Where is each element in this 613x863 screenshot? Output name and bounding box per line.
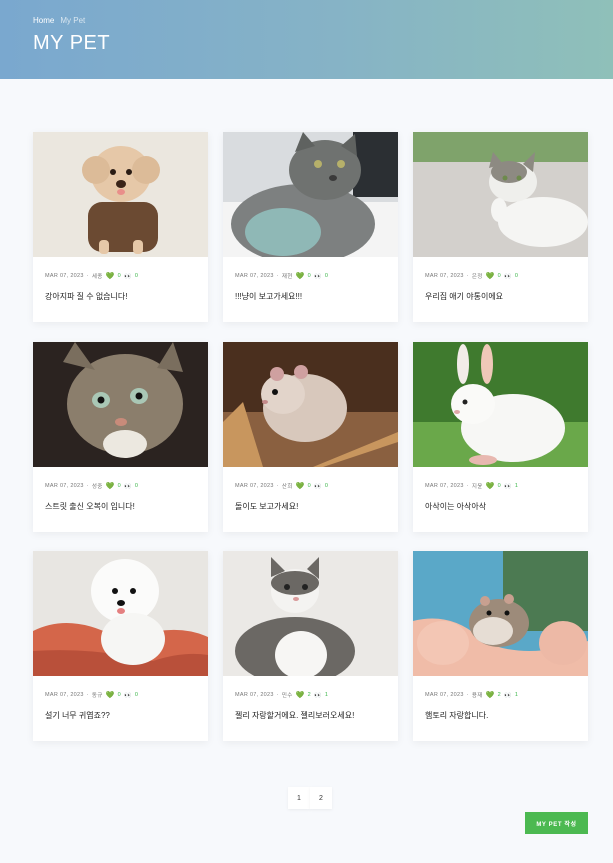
- eyes-icon: 👀: [504, 692, 512, 699]
- heart-icon: 💚: [105, 483, 115, 490]
- post-meta: MAR 07, 2023 · 은정 💚 0 👀 0: [425, 273, 519, 280]
- post-card[interactable]: MAR 07, 2023 · 재현 💚 0 👀 0 !!!냥이 보고가세요!!!: [223, 132, 398, 322]
- post-card[interactable]: MAR 07, 2023 · 동규 💚 0 👀 0 설기 너무 귀엽죠??: [33, 551, 208, 741]
- like-count: 0: [497, 483, 502, 489]
- post-meta: MAR 07, 2023 · 성중 💚 0 👀 0: [45, 483, 139, 490]
- view-count: 0: [514, 273, 519, 279]
- write-post-button[interactable]: MY PET 작성: [525, 812, 588, 834]
- post-date: MAR 07, 2023: [425, 483, 464, 489]
- post-image-poodle: [33, 132, 208, 257]
- breadcrumb: Home My Pet: [33, 16, 85, 25]
- post-date: MAR 07, 2023: [45, 692, 84, 698]
- view-count: 0: [134, 692, 139, 698]
- post-title[interactable]: !!!냥이 보고가세요!!!: [235, 291, 302, 302]
- post-title[interactable]: 우리집 애기 야통이에요: [425, 291, 503, 302]
- post-date: MAR 07, 2023: [235, 483, 274, 489]
- like-count: 0: [117, 273, 122, 279]
- eyes-icon: 👀: [124, 483, 132, 490]
- post-meta: MAR 07, 2023 · 용재 💚 2 👀 1: [425, 692, 519, 699]
- post-meta: MAR 07, 2023 · 민수 💚 2 👀 1: [235, 692, 329, 699]
- eyes-icon: 👀: [124, 692, 132, 699]
- pagination: 1 2: [288, 787, 332, 809]
- post-title[interactable]: 스트릿 출신 오복이 입니다!: [45, 501, 135, 512]
- post-image-white-rabbit: [413, 342, 588, 467]
- breadcrumb-home[interactable]: Home: [33, 16, 54, 25]
- post-date: MAR 07, 2023: [235, 273, 274, 279]
- view-count: 1: [324, 692, 329, 698]
- post-image-hamster-in-hand: [413, 551, 588, 676]
- post-author: 재현: [281, 274, 293, 280]
- post-date: MAR 07, 2023: [235, 692, 274, 698]
- view-count: 0: [134, 483, 139, 489]
- view-count: 0: [324, 273, 329, 279]
- post-author: 산희: [281, 484, 293, 490]
- post-image-white-tabby-cat: [413, 132, 588, 257]
- heart-icon: 💚: [485, 273, 495, 280]
- heart-icon: 💚: [295, 483, 305, 490]
- like-count: 0: [117, 692, 122, 698]
- post-meta: MAR 07, 2023 · 동규 💚 0 👀 0: [45, 692, 139, 699]
- page-1-button[interactable]: 1: [288, 787, 310, 809]
- page-2-button[interactable]: 2: [310, 787, 332, 809]
- post-author: 지윤: [471, 484, 483, 490]
- post-author: 용재: [471, 693, 483, 699]
- post-date: MAR 07, 2023: [425, 692, 464, 698]
- post-image-grey-white-cat: [223, 551, 398, 676]
- eyes-icon: 👀: [124, 273, 132, 280]
- eyes-icon: 👀: [504, 273, 512, 280]
- post-card[interactable]: MAR 07, 2023 · 용재 💚 2 👀 1 햄토리 자랑합니다.: [413, 551, 588, 741]
- post-title[interactable]: 강아지파 질 수 없습니다!: [45, 291, 128, 302]
- post-image-hamster: [223, 342, 398, 467]
- post-card[interactable]: MAR 07, 2023 · 은정 💚 0 👀 0 우리집 애기 야통이에요: [413, 132, 588, 322]
- post-meta: MAR 07, 2023 · 세종 💚 0 👀 0: [45, 273, 139, 280]
- post-card[interactable]: MAR 07, 2023 · 민수 💚 2 👀 1 젤리 자랑할거에요. 젤리보러…: [223, 551, 398, 741]
- post-image-tabby-cat-closeup: [33, 342, 208, 467]
- view-count: 0: [134, 273, 139, 279]
- post-date: MAR 07, 2023: [45, 273, 84, 279]
- eyes-icon: 👀: [314, 483, 322, 490]
- post-title[interactable]: 젤리 자랑할거에요. 젤리보러오세요!: [235, 710, 354, 721]
- heart-icon: 💚: [295, 692, 305, 699]
- like-count: 0: [307, 273, 312, 279]
- view-count: 1: [514, 692, 519, 698]
- post-date: MAR 07, 2023: [425, 273, 464, 279]
- post-author: 동규: [91, 693, 103, 699]
- post-title[interactable]: 아삭이는 아삭아삭: [425, 501, 486, 512]
- post-meta: MAR 07, 2023 · 지윤 💚 0 👀 1: [425, 483, 519, 490]
- eyes-icon: 👀: [504, 483, 512, 490]
- post-meta: MAR 07, 2023 · 산희 💚 0 👀 0: [235, 483, 329, 490]
- post-date: MAR 07, 2023: [45, 483, 84, 489]
- post-author: 세종: [91, 274, 103, 280]
- like-count: 0: [307, 483, 312, 489]
- post-image-bichon-dog: [33, 551, 208, 676]
- heart-icon: 💚: [485, 692, 495, 699]
- post-card[interactable]: MAR 07, 2023 · 성중 💚 0 👀 0 스트릿 출신 오복이 입니다!: [33, 342, 208, 532]
- page-title: MY PET: [33, 32, 111, 54]
- post-card[interactable]: MAR 07, 2023 · 세종 💚 0 👀 0 강아지파 질 수 없습니다!: [33, 132, 208, 322]
- post-title[interactable]: 햄토리 자랑합니다.: [425, 710, 488, 721]
- heart-icon: 💚: [295, 273, 305, 280]
- post-image-tabby-cat: [223, 132, 398, 257]
- post-card[interactable]: MAR 07, 2023 · 산희 💚 0 👀 0 돌이도 보고가세요!: [223, 342, 398, 532]
- post-title[interactable]: 돌이도 보고가세요!: [235, 501, 298, 512]
- breadcrumb-current: My Pet: [60, 16, 86, 25]
- page-header: Home My Pet MY PET: [0, 0, 613, 79]
- like-count: 2: [497, 692, 502, 698]
- view-count: 0: [324, 483, 329, 489]
- heart-icon: 💚: [485, 483, 495, 490]
- view-count: 1: [514, 483, 519, 489]
- like-count: 0: [497, 273, 502, 279]
- post-card[interactable]: MAR 07, 2023 · 지윤 💚 0 👀 1 아삭이는 아삭아삭: [413, 342, 588, 532]
- post-title[interactable]: 설기 너무 귀엽죠??: [45, 710, 110, 721]
- post-author: 민수: [281, 693, 293, 699]
- post-author: 성중: [91, 484, 103, 490]
- eyes-icon: 👀: [314, 273, 322, 280]
- post-author: 은정: [471, 274, 483, 280]
- post-meta: MAR 07, 2023 · 재현 💚 0 👀 0: [235, 273, 329, 280]
- like-count: 0: [117, 483, 122, 489]
- heart-icon: 💚: [105, 692, 115, 699]
- eyes-icon: 👀: [314, 692, 322, 699]
- heart-icon: 💚: [105, 273, 115, 280]
- like-count: 2: [307, 692, 312, 698]
